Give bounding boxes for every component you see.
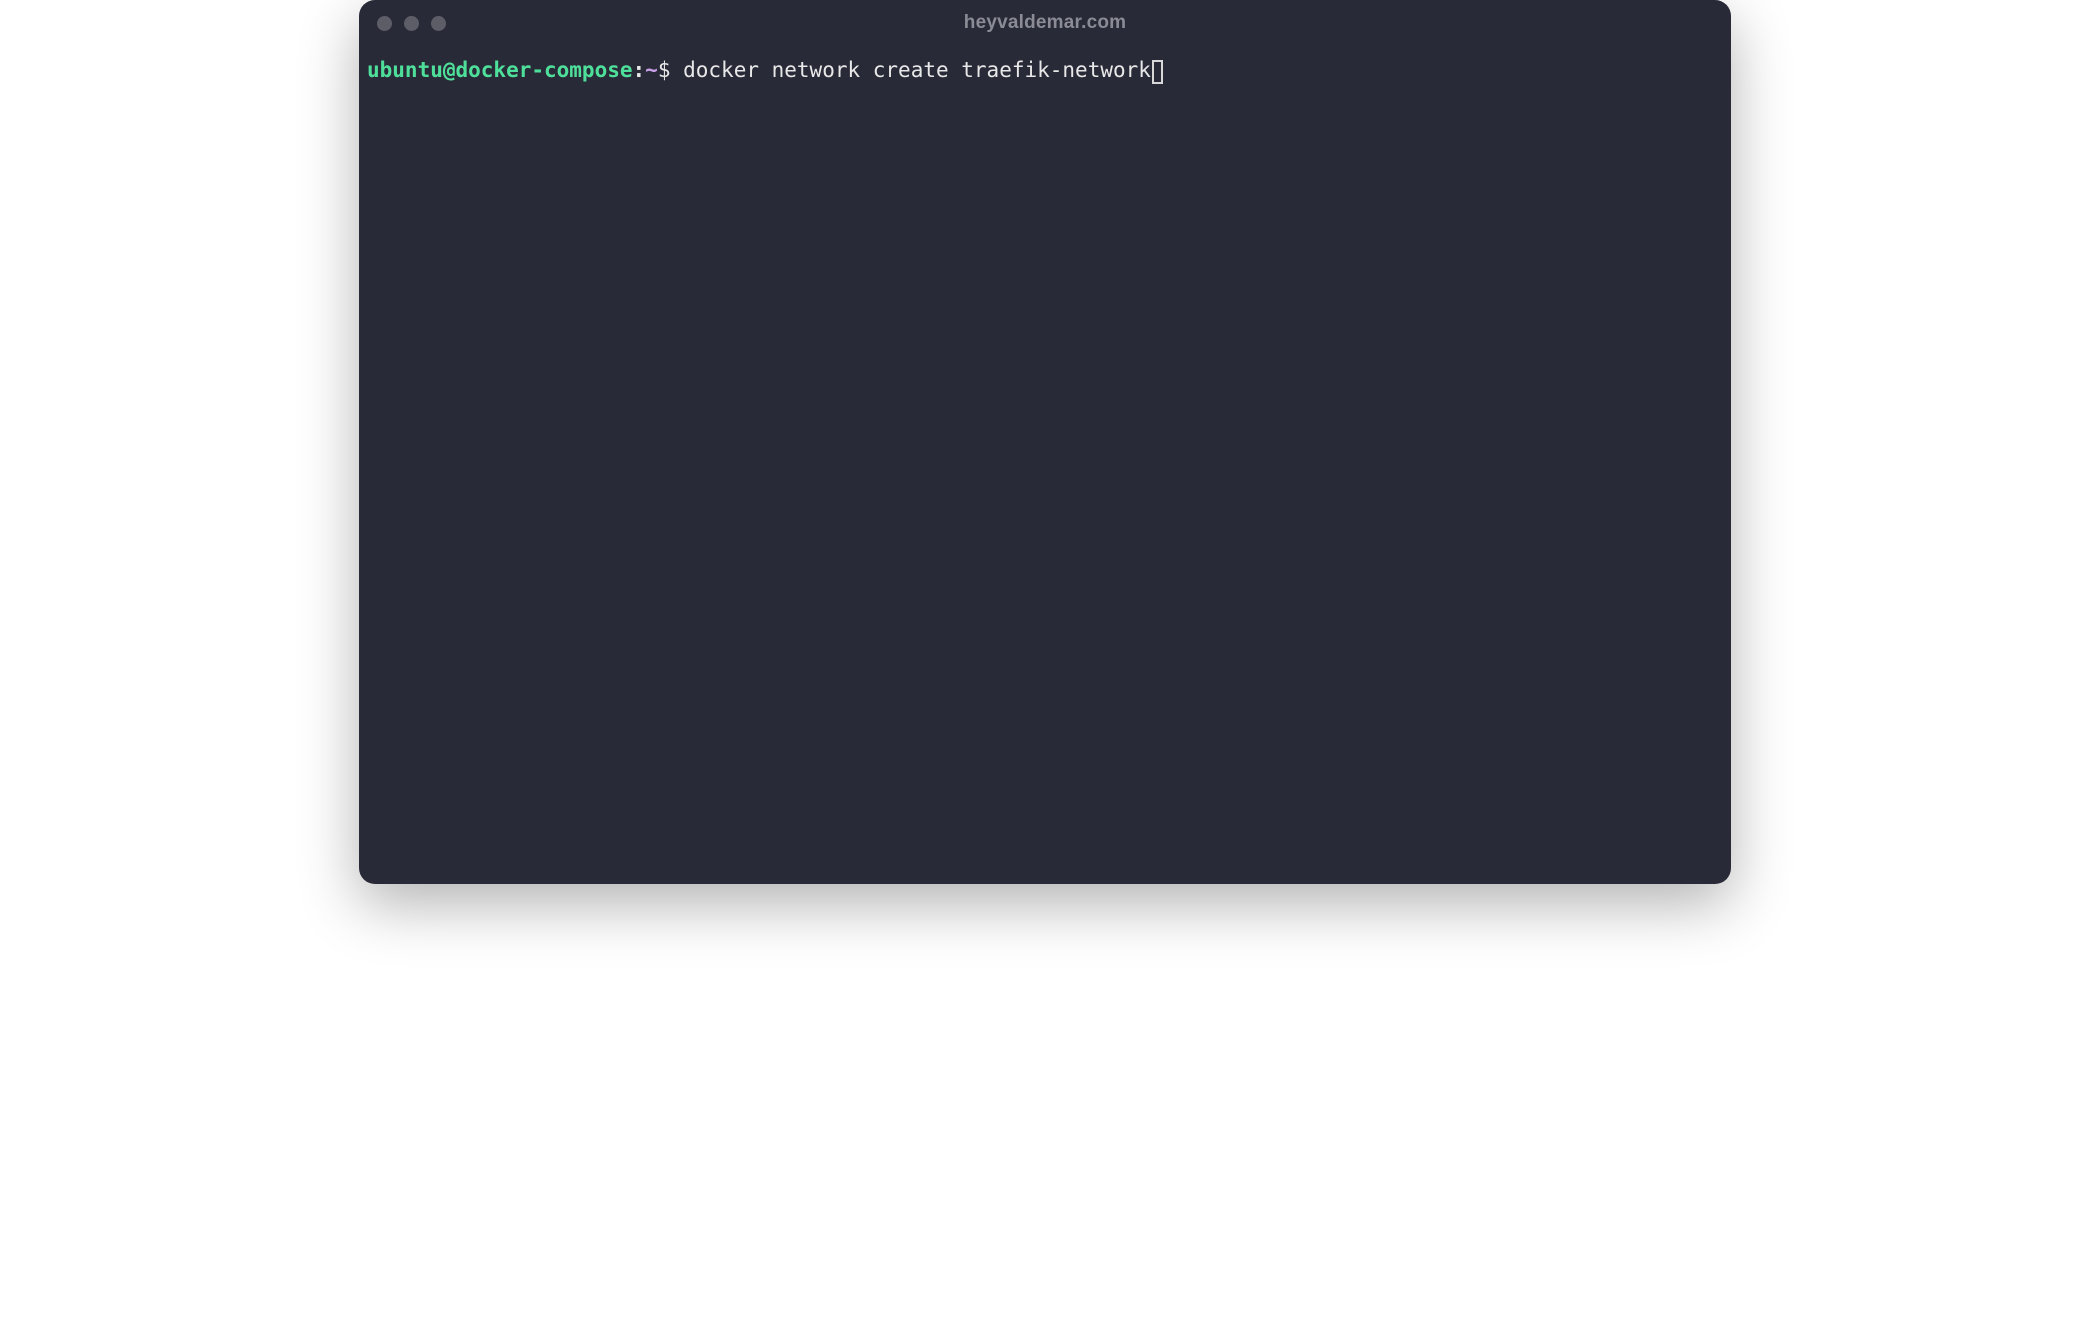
close-button[interactable]	[377, 16, 392, 31]
maximize-button[interactable]	[431, 16, 446, 31]
prompt-user-host: ubuntu@docker-compose	[367, 56, 633, 85]
prompt-symbol: $	[658, 56, 683, 85]
prompt-colon: :	[633, 56, 646, 85]
traffic-lights	[377, 16, 446, 31]
titlebar: heyvaldemar.com	[359, 0, 1731, 46]
terminal-body[interactable]: ubuntu@docker-compose:~$ docker network …	[359, 46, 1731, 884]
terminal-window: heyvaldemar.com ubuntu@docker-compose:~$…	[359, 0, 1731, 884]
command-text: docker network create traefik-network	[683, 56, 1151, 85]
cursor-icon	[1152, 60, 1163, 84]
window-title: heyvaldemar.com	[964, 12, 1126, 34]
prompt-line: ubuntu@docker-compose:~$ docker network …	[367, 56, 1723, 85]
minimize-button[interactable]	[404, 16, 419, 31]
prompt-path: ~	[645, 56, 658, 85]
